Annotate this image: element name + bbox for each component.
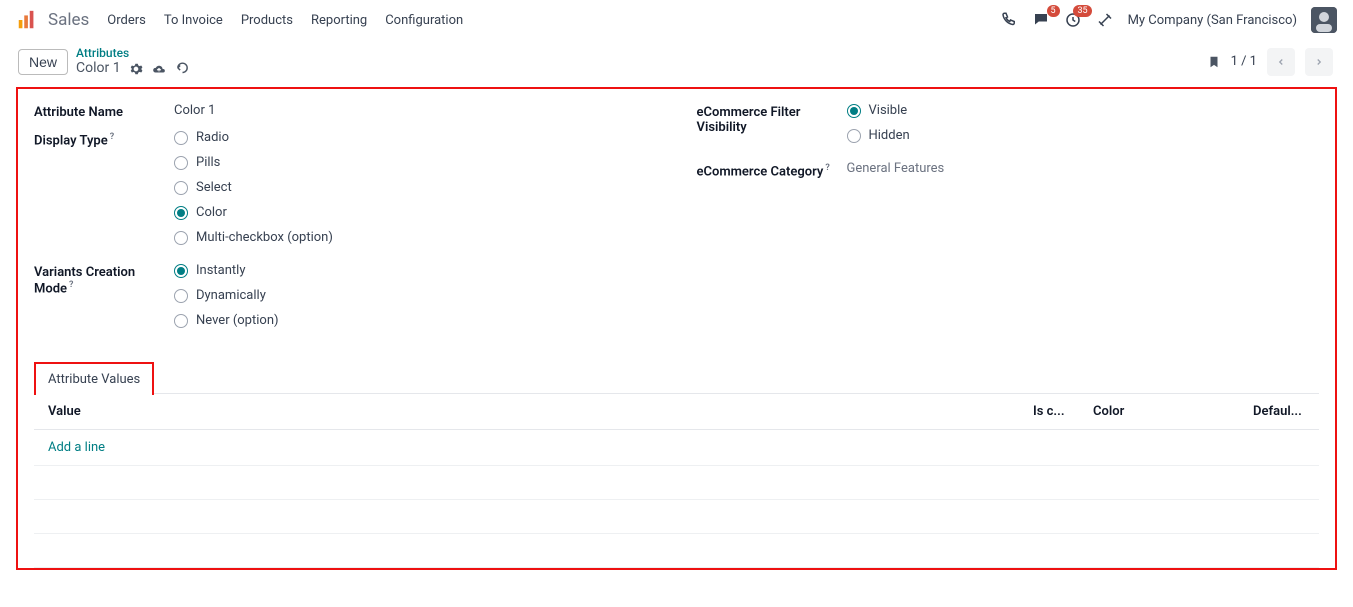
ecom-filter-label: eCommerce Filter Visibility [697, 103, 847, 135]
nav-products[interactable]: Products [241, 13, 293, 28]
ecom-filter-radio-group: Visible Hidden [847, 103, 1320, 143]
display-type-radio-group: Radio Pills Select Color Multi-checkbox … [174, 130, 657, 245]
gear-icon[interactable] [129, 62, 143, 76]
display-type-pills[interactable]: Pills [174, 155, 657, 170]
col-is-custom[interactable]: Is c... [1019, 394, 1079, 430]
pager-next-button[interactable] [1305, 48, 1333, 76]
breadcrumb-title: Color 1 [76, 60, 121, 77]
display-type-radio[interactable]: Radio [174, 130, 657, 145]
app-name[interactable]: Sales [48, 10, 89, 30]
pager-text: 1 / 1 [1231, 54, 1257, 69]
nav-orders[interactable]: Orders [107, 13, 146, 28]
table-row [34, 500, 1319, 534]
ecom-category-label: eCommerce Category? [697, 161, 847, 179]
undo-icon[interactable] [175, 62, 190, 76]
table-row: Add a line [34, 430, 1319, 466]
variants-dynamically[interactable]: Dynamically [174, 288, 657, 303]
bookmark-icon[interactable] [1207, 54, 1221, 70]
user-avatar[interactable] [1311, 7, 1337, 33]
tools-icon[interactable] [1096, 11, 1114, 29]
attribute-name-label: Attribute Name [34, 103, 174, 120]
ecom-filter-hidden[interactable]: Hidden [847, 128, 1320, 143]
control-bar: New Attributes Color 1 1 / 1 [0, 40, 1353, 87]
messages-icon[interactable]: 5 [1032, 11, 1050, 29]
variants-mode-radio-group: Instantly Dynamically Never (option) [174, 263, 657, 328]
col-value[interactable]: Value [34, 394, 1019, 430]
company-selector[interactable]: My Company (San Francisco) [1128, 13, 1297, 28]
table-row [34, 466, 1319, 500]
nav-config[interactable]: Configuration [385, 13, 463, 28]
display-type-multi[interactable]: Multi-checkbox (option) [174, 230, 657, 245]
new-button[interactable]: New [18, 49, 68, 75]
app-logo-icon [16, 9, 38, 31]
topbar: Sales Orders To Invoice Products Reporti… [0, 0, 1353, 40]
table-row [34, 534, 1319, 568]
form-panel: Attribute Name Color 1 Display Type? Rad… [16, 87, 1337, 570]
pager-prev-button[interactable] [1267, 48, 1295, 76]
col-default[interactable]: Defaul... [1239, 394, 1319, 430]
col-color[interactable]: Color [1079, 394, 1239, 430]
values-table: Value Is c... Color Defaul... Add a line [34, 393, 1319, 568]
phone-icon[interactable] [1000, 11, 1018, 29]
variants-mode-label: Variants Creation Mode? [34, 263, 174, 296]
nav-to-invoice[interactable]: To Invoice [164, 13, 223, 28]
display-type-label: Display Type? [34, 130, 174, 148]
add-line-link[interactable]: Add a line [48, 440, 105, 455]
messages-badge: 5 [1047, 5, 1060, 17]
variants-instantly[interactable]: Instantly [174, 263, 657, 278]
tab-attribute-values[interactable]: Attribute Values [34, 362, 154, 395]
activities-badge: 35 [1073, 5, 1091, 17]
activities-icon[interactable]: 35 [1064, 11, 1082, 29]
breadcrumb-parent[interactable]: Attributes [76, 46, 190, 60]
variants-never[interactable]: Never (option) [174, 313, 657, 328]
cloud-upload-icon[interactable] [151, 62, 167, 76]
attribute-name-value[interactable]: Color 1 [174, 103, 657, 118]
display-type-select[interactable]: Select [174, 180, 657, 195]
ecom-filter-visible[interactable]: Visible [847, 103, 1320, 118]
nav-reporting[interactable]: Reporting [311, 13, 367, 28]
ecom-category-value[interactable]: General Features [847, 161, 1320, 176]
display-type-color[interactable]: Color [174, 205, 657, 220]
